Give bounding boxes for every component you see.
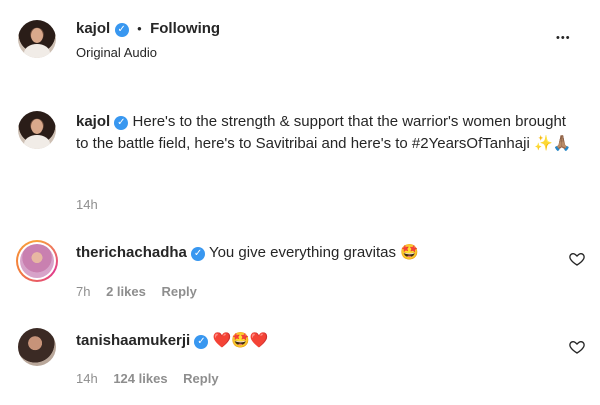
- avatar-body-shape: [24, 135, 50, 149]
- like-heart-icon[interactable]: [569, 251, 585, 267]
- post-caption: kajol ✓ Here's to the strength & support…: [76, 111, 576, 155]
- comment-avatar-ring[interactable]: [16, 240, 58, 282]
- reply-button[interactable]: Reply: [161, 284, 196, 299]
- caption-time: 14h: [76, 197, 98, 212]
- comment-time: 7h: [76, 284, 91, 299]
- caption-avatar[interactable]: [18, 111, 56, 149]
- reply-button[interactable]: Reply: [183, 371, 218, 386]
- header-user-line: kajol ✓ • Following: [76, 20, 220, 38]
- comment-time: 14h: [76, 371, 98, 386]
- like-heart-icon[interactable]: [569, 339, 585, 355]
- comment-username[interactable]: therichachadha: [76, 244, 187, 261]
- avatar-body-shape: [24, 44, 50, 58]
- verified-icon: ✓: [114, 116, 129, 130]
- header-avatar[interactable]: [18, 20, 56, 58]
- verified-icon: ✓: [114, 23, 129, 37]
- original-audio-link[interactable]: Original Audio: [76, 45, 157, 60]
- comment-text: ❤️🤩❤️: [212, 332, 269, 349]
- avatar-face-shape: [31, 119, 43, 134]
- comment-body: therichachadha ✓ You give everything gra…: [76, 242, 419, 264]
- avatar-face-shape: [31, 28, 43, 43]
- comment-likes[interactable]: 124 likes: [113, 371, 167, 386]
- more-options-icon[interactable]: •••: [556, 32, 571, 44]
- header-separator: •: [137, 21, 142, 36]
- comment-text: You give everything gravitas 🤩: [208, 244, 419, 261]
- comment-body: tanishaamukerji ✓ ❤️🤩❤️: [76, 330, 269, 352]
- verified-icon: ✓: [191, 247, 206, 261]
- follow-status[interactable]: Following: [150, 20, 220, 37]
- comment-username[interactable]: tanishaamukerji: [76, 332, 190, 349]
- comment-meta: 14h 124 likes Reply: [76, 371, 219, 386]
- comment-avatar: [20, 244, 54, 278]
- comment-meta: 7h 2 likes Reply: [76, 284, 197, 299]
- caption-username[interactable]: kajol: [76, 113, 110, 130]
- comment-avatar[interactable]: [18, 328, 56, 366]
- header-username[interactable]: kajol: [76, 20, 110, 37]
- verified-icon: ✓: [194, 335, 209, 349]
- avatar-frame: [18, 242, 56, 280]
- comment-likes[interactable]: 2 likes: [106, 284, 146, 299]
- caption-text: Here's to the strength & support that th…: [76, 113, 572, 152]
